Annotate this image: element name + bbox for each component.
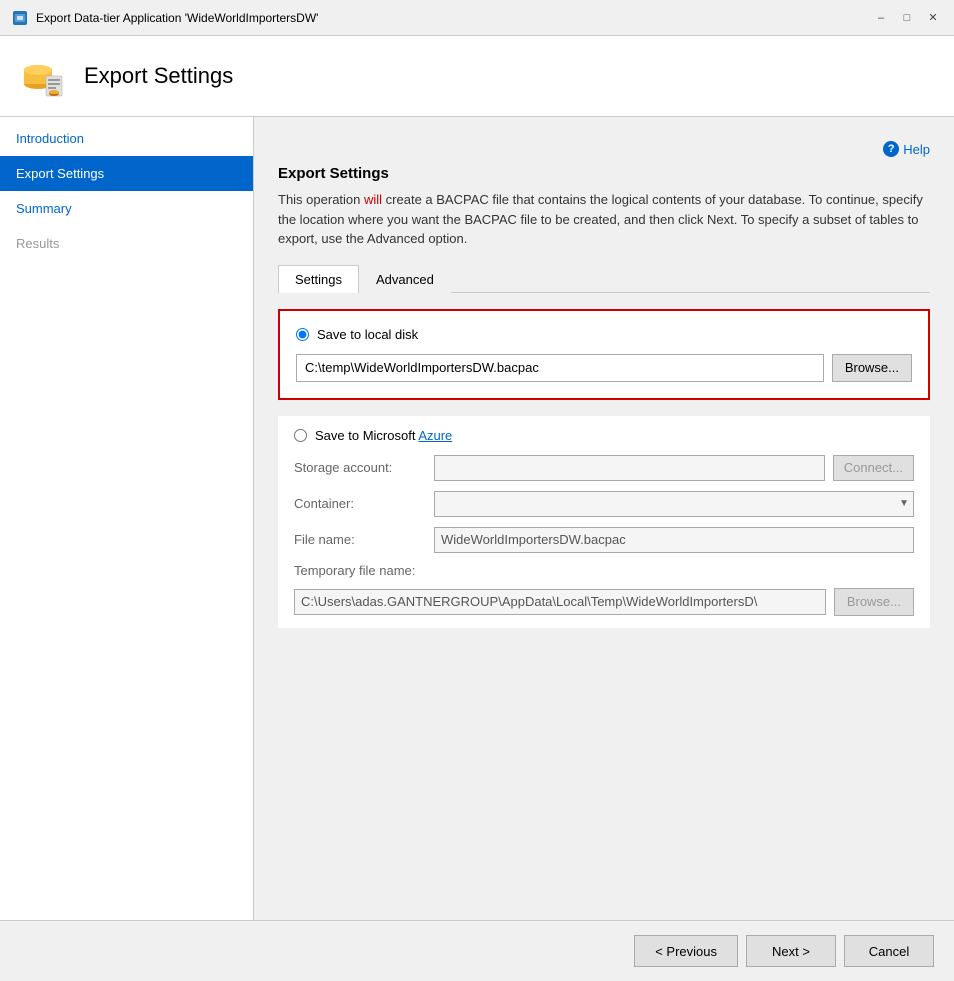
header-title: Export Settings	[84, 63, 233, 89]
local-path-input[interactable]	[296, 354, 824, 382]
window-controls: – □ ✕	[872, 9, 942, 27]
close-button[interactable]: ✕	[924, 9, 942, 27]
storage-account-row: Storage account: Connect...	[294, 455, 914, 481]
save-azure-radio[interactable]	[294, 429, 307, 442]
help-label: Help	[903, 142, 930, 157]
sidebar-item-results: Results	[0, 226, 253, 261]
cancel-button[interactable]: Cancel	[844, 935, 934, 967]
save-azure-label[interactable]: Save to Microsoft Azure	[315, 428, 452, 443]
file-name-label: File name:	[294, 532, 434, 547]
azure-header: Save to Microsoft Azure	[294, 428, 914, 443]
azure-label-text: Azure	[418, 428, 452, 443]
highlight-will: will	[364, 192, 382, 207]
temp-file-name-row: Temporary file name:	[294, 563, 914, 578]
window-title: Export Data-tier Application 'WideWorldI…	[36, 11, 318, 25]
main-window: Export Settings Introduction Export Sett…	[0, 36, 954, 981]
save-local-label[interactable]: Save to local disk	[317, 327, 418, 342]
storage-account-label: Storage account:	[294, 460, 434, 475]
main-content: ? Help Export Settings This operation wi…	[254, 117, 954, 920]
tab-settings[interactable]: Settings	[278, 265, 359, 293]
maximize-button[interactable]: □	[898, 9, 916, 27]
sidebar: Introduction Export Settings Summary Res…	[0, 117, 254, 920]
container-label: Container:	[294, 496, 434, 511]
main-panel: ? Help Export Settings This operation wi…	[254, 117, 954, 920]
export-db-icon	[20, 52, 68, 100]
tab-bar: Settings Advanced	[278, 265, 930, 293]
container-dropdown: ▼	[434, 491, 914, 517]
temp-path-row: Browse...	[294, 588, 914, 616]
temp-path-input	[294, 589, 826, 615]
header-icon	[20, 52, 68, 100]
next-button[interactable]: Next >	[746, 935, 836, 967]
sidebar-item-introduction[interactable]: Introduction	[0, 121, 253, 156]
tab-advanced[interactable]: Advanced	[359, 265, 451, 293]
app-icon	[12, 10, 28, 26]
storage-account-input	[434, 455, 825, 481]
section-title: Export Settings	[278, 165, 930, 182]
container-dropdown-arrow: ▼	[899, 498, 909, 509]
container-row: Container: ▼	[294, 491, 914, 517]
temp-file-label: Temporary file name:	[294, 563, 434, 578]
save-local-radio[interactable]	[296, 328, 309, 341]
file-name-input	[434, 527, 914, 553]
sidebar-item-export-settings[interactable]: Export Settings	[0, 156, 253, 191]
temp-browse-button: Browse...	[834, 588, 914, 616]
content-area: Introduction Export Settings Summary Res…	[0, 117, 954, 920]
previous-button[interactable]: < Previous	[634, 935, 738, 967]
footer: < Previous Next > Cancel	[0, 920, 954, 981]
help-bar: ? Help	[278, 137, 930, 165]
local-disk-settings-box: Save to local disk Browse...	[278, 309, 930, 400]
save-local-option: Save to local disk	[296, 327, 912, 342]
sidebar-item-summary[interactable]: Summary	[0, 191, 253, 226]
help-link[interactable]: ? Help	[883, 141, 930, 157]
minimize-button[interactable]: –	[872, 9, 890, 27]
section-description: This operation will create a BACPAC file…	[278, 190, 930, 249]
title-bar: Export Data-tier Application 'WideWorldI…	[0, 0, 954, 36]
file-name-row: File name:	[294, 527, 914, 553]
local-path-row: Browse...	[296, 354, 912, 382]
help-icon: ?	[883, 141, 899, 157]
azure-section: Save to Microsoft Azure Storage account:…	[278, 416, 930, 628]
connect-button: Connect...	[833, 455, 914, 481]
local-browse-button[interactable]: Browse...	[832, 354, 912, 382]
header: Export Settings	[0, 36, 954, 117]
